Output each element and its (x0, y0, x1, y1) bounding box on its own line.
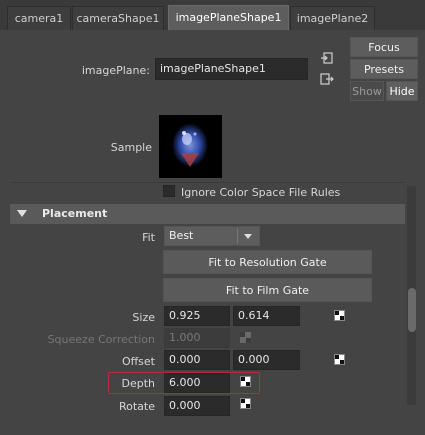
dropdown-separator (237, 229, 238, 243)
collapse-arrow-icon (17, 210, 27, 217)
tab-image-plane2[interactable]: imagePlane2 (290, 6, 375, 30)
sample-preview (159, 115, 222, 178)
size-y-field[interactable]: 0.614 (233, 306, 300, 326)
map-button-icon[interactable] (334, 354, 345, 365)
fit-value: Best (169, 229, 194, 242)
depth-field[interactable]: 6.000 (164, 373, 230, 393)
map-button-icon[interactable] (240, 398, 251, 409)
fit-label: Fit (142, 231, 155, 244)
tab-camera1[interactable]: camera1 (7, 6, 71, 30)
placement-section-header[interactable]: Placement (10, 204, 405, 224)
ignore-color-space-checkbox[interactable] (163, 185, 175, 197)
tab-bar: camera1 cameraShape1 imagePlaneShape1 im… (0, 0, 425, 30)
offset-label: Offset (121, 355, 155, 368)
fit-to-film-gate-button[interactable]: Fit to Film Gate (163, 278, 372, 302)
scrollbar-thumb[interactable] (408, 288, 416, 332)
ignore-color-space-label: Ignore Color Space File Rules (181, 186, 341, 199)
output-connection-icon[interactable] (320, 72, 334, 86)
image-plane-name-field[interactable]: imagePlaneShape1 (155, 58, 308, 80)
divider (10, 182, 405, 183)
sample-thumbnail-icon (172, 123, 208, 167)
map-button-icon (240, 332, 251, 343)
input-connection-icon[interactable] (320, 51, 334, 65)
show-button[interactable]: Show (350, 81, 384, 101)
chevron-down-icon (240, 229, 256, 244)
focus-button[interactable]: Focus (350, 37, 418, 57)
map-button-icon[interactable] (334, 310, 345, 321)
rotate-field[interactable]: 0.000 (164, 396, 230, 416)
hide-button[interactable]: Hide (386, 81, 418, 101)
tab-camera-shape1[interactable]: cameraShape1 (72, 6, 164, 30)
offset-x-field[interactable]: 0.000 (164, 350, 230, 370)
fit-dropdown[interactable]: Best (164, 226, 260, 246)
size-label: Size (132, 311, 155, 324)
presets-button[interactable]: Presets (350, 59, 418, 79)
placement-section-title: Placement (42, 207, 108, 220)
image-plane-label: imagePlane: (81, 64, 150, 77)
squeeze-correction-field: 1.000 (164, 328, 230, 348)
tab-image-plane-shape1[interactable]: imagePlaneShape1 (168, 5, 289, 30)
size-x-field[interactable]: 0.925 (164, 306, 230, 326)
depth-label: Depth (121, 377, 155, 390)
fit-to-resolution-gate-button[interactable]: Fit to Resolution Gate (163, 250, 372, 274)
map-button-icon[interactable] (240, 376, 251, 387)
offset-y-field[interactable]: 0.000 (233, 350, 300, 370)
squeeze-correction-label: Squeeze Correction (47, 333, 155, 346)
rotate-label: Rotate (118, 400, 155, 413)
sample-label: Sample (110, 141, 152, 154)
